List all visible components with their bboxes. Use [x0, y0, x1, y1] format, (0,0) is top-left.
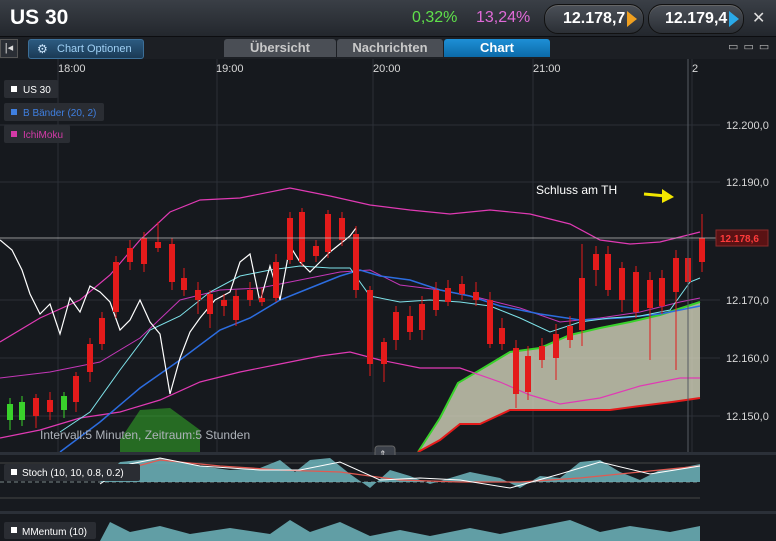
time-label: 19:00: [216, 63, 244, 75]
candle-body: [647, 280, 653, 308]
candle-body: [87, 344, 93, 372]
candle-body: [659, 278, 665, 306]
candle-body: [155, 242, 161, 248]
legend-swatch-ichimoku: [11, 131, 17, 137]
candle-body: [579, 278, 585, 330]
time-label: 20:00: [373, 63, 401, 75]
close-icon[interactable]: ✕: [752, 8, 765, 28]
candle-body: [539, 346, 545, 360]
candle-body: [113, 262, 119, 312]
legend-swatch-bollinger: [11, 109, 17, 115]
candle-body: [221, 300, 227, 306]
change-percent: 0,32%: [412, 9, 458, 26]
candle-body: [487, 300, 493, 344]
up-arrow-icon: [729, 11, 739, 27]
candle-body: [459, 284, 465, 294]
price-label: 12.170,0: [726, 295, 769, 307]
legend-label-bollinger: B Bänder (20, 2): [23, 108, 96, 119]
candle-body: [207, 294, 213, 314]
candle-body: [247, 290, 253, 300]
time-label: 2: [692, 63, 698, 75]
candle-body: [127, 248, 133, 262]
candle-body: [407, 316, 413, 332]
candle-body: [619, 268, 625, 300]
candle-body: [169, 244, 175, 282]
candle-body: [141, 238, 147, 264]
chart-options-button[interactable]: ⚙ Chart Optionen: [28, 39, 144, 59]
back-button[interactable]: |◂: [0, 39, 18, 58]
price-label: 12.190,0: [726, 177, 769, 189]
price-label: 12.150,0: [726, 411, 769, 423]
change-percent-secondary: 13,24%: [476, 9, 531, 26]
buy-price-button[interactable]: 12.179,4: [648, 4, 744, 34]
candle-body: [499, 328, 505, 344]
momentum-panel: MMentum (10): [0, 514, 776, 541]
sell-price: 12.178,7: [563, 10, 626, 27]
candle-body: [195, 290, 201, 300]
candle-body: [433, 290, 439, 310]
window-controls[interactable]: ▭ ▭ ▭: [728, 40, 770, 53]
candle-body: [273, 262, 279, 298]
tab-overview[interactable]: Übersicht: [224, 39, 336, 57]
candle-body: [513, 348, 519, 394]
legend-swatch-us30: [11, 86, 17, 92]
candle-body: [99, 318, 105, 344]
momentum-label: MMentum (10): [22, 527, 87, 538]
candle-body: [313, 246, 319, 256]
candle-body: [325, 214, 331, 252]
candle-body: [19, 402, 25, 420]
candle-body: [673, 258, 679, 292]
stoch-panel: Stoch (10, 10, 0.8, 0.2): [0, 455, 776, 511]
candle-body: [525, 356, 531, 392]
chart-options-label: Chart Optionen: [57, 43, 132, 55]
candle-body: [61, 396, 67, 410]
stoch-label: Stoch (10, 10, 0.8, 0.2): [22, 468, 124, 479]
price-label: 12.200,0: [726, 120, 769, 132]
candle-body: [233, 296, 239, 320]
candle-body: [7, 404, 13, 420]
price-label: 12.160,0: [726, 353, 769, 365]
candle-body: [593, 254, 599, 270]
candle-body: [287, 218, 293, 260]
interval-info: Intervall:5 Minuten, Zeitraum:5 Stunden: [40, 428, 250, 442]
instrument-title: US 30: [10, 6, 69, 29]
current-price-tag-text: 12.178,6: [720, 234, 759, 245]
candle-body: [353, 234, 359, 290]
candle-body: [181, 278, 187, 290]
candle-body: [393, 312, 399, 340]
candle-body: [33, 398, 39, 416]
candle-body: [339, 218, 345, 240]
candle-body: [259, 298, 265, 302]
annotation-text: Schluss am TH: [536, 183, 617, 197]
tab-chart[interactable]: Chart: [444, 39, 550, 57]
candle-body: [553, 334, 559, 358]
candle-body: [381, 342, 387, 364]
legend-label-us30: US 30: [23, 85, 51, 96]
sell-price-button[interactable]: 12.178,7: [544, 4, 644, 34]
candle-body: [299, 212, 305, 262]
time-label: 18:00: [58, 63, 86, 75]
chart-canvas[interactable]: 18:00 19:00 20:00 21:00 2 12.200,0 12.19…: [0, 59, 776, 541]
candle-body: [73, 376, 79, 402]
gear-icon: ⚙: [37, 42, 48, 56]
candle-body: [419, 304, 425, 330]
tab-news[interactable]: Nachrichten: [337, 39, 443, 57]
stoch-swatch: [11, 469, 17, 475]
candle-body: [699, 238, 705, 262]
buy-price: 12.179,4: [665, 10, 728, 27]
candle-body: [567, 326, 573, 340]
candle-body: [367, 290, 373, 364]
candle-body: [605, 254, 611, 290]
candle-body: [633, 272, 639, 312]
time-label: 21:00: [533, 63, 561, 75]
candle-body: [47, 400, 53, 412]
candle-body: [473, 292, 479, 300]
candle-body: [445, 288, 451, 302]
panel-divider: [0, 511, 776, 514]
momentum-swatch: [11, 527, 17, 533]
legend-label-ichimoku: IchiMoku: [23, 130, 63, 141]
down-arrow-icon: [627, 11, 637, 27]
